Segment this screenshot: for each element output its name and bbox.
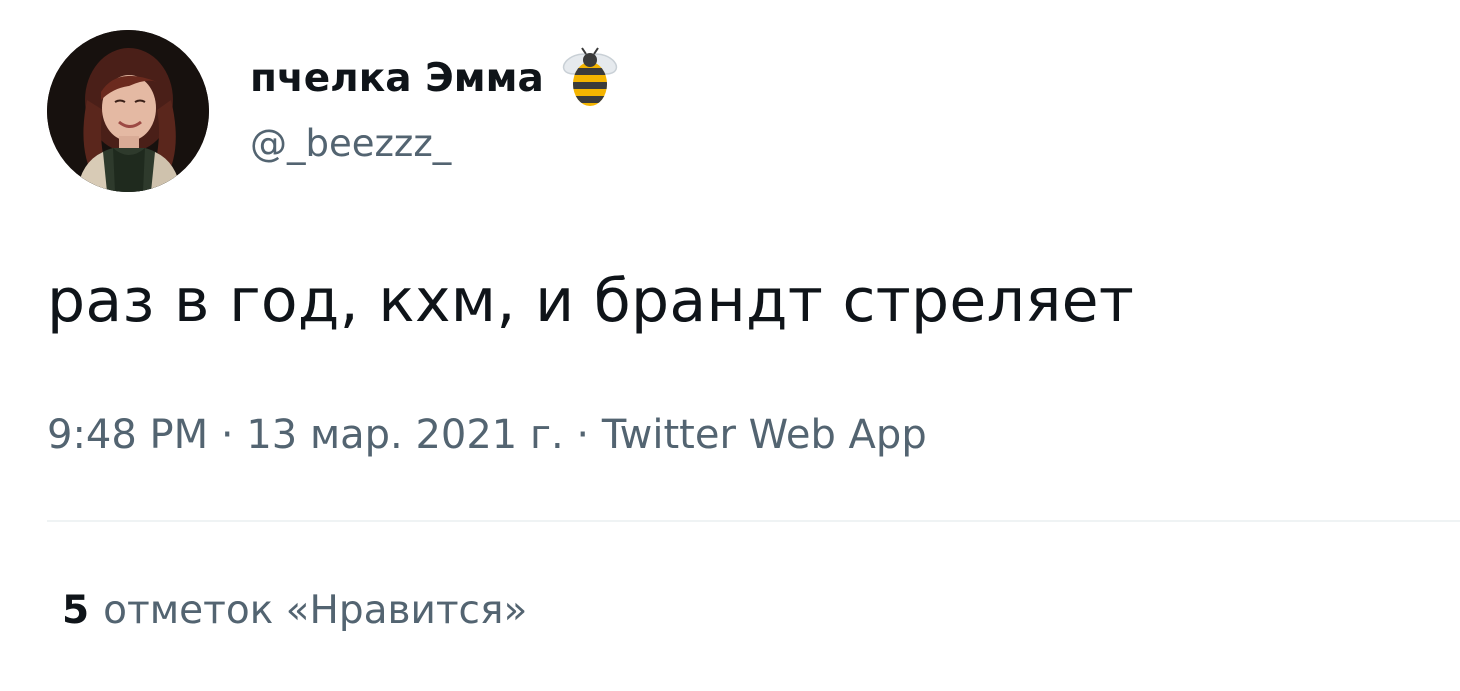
tweet-card: пчелка Эмма @_beezzz_ раз в год, кхм, и … (0, 0, 1460, 691)
tweet-meta: 9:48 PM · 13 мар. 2021 г. · Twitter Web … (47, 412, 927, 458)
likes-label: отметок «Нравится» (103, 588, 528, 633)
avatar[interactable] (47, 30, 209, 192)
meta-separator: · (563, 412, 602, 458)
likes-stat[interactable]: 5 отметок «Нравится» (62, 588, 527, 633)
tweet-source-link[interactable]: Twitter Web App (602, 412, 927, 458)
tweet-time: 9:48 PM (47, 412, 209, 458)
divider (47, 520, 1460, 522)
tweet-text: раз в год, кхм, и брандт стреляет (47, 266, 1135, 336)
tweet-date: 13 мар. 2021 г. (246, 412, 564, 458)
likes-count: 5 (62, 588, 90, 633)
author-name[interactable]: пчелка Эмма (250, 56, 544, 101)
meta-separator: · (208, 412, 247, 458)
tweet-time-link[interactable]: 9:48 PM · 13 мар. 2021 г. (47, 412, 564, 458)
author-name-row[interactable]: пчелка Эмма (250, 47, 622, 106)
avatar-photo (47, 30, 209, 192)
bee-icon (558, 46, 622, 110)
author-handle[interactable]: @_beezzz_ (250, 122, 451, 165)
